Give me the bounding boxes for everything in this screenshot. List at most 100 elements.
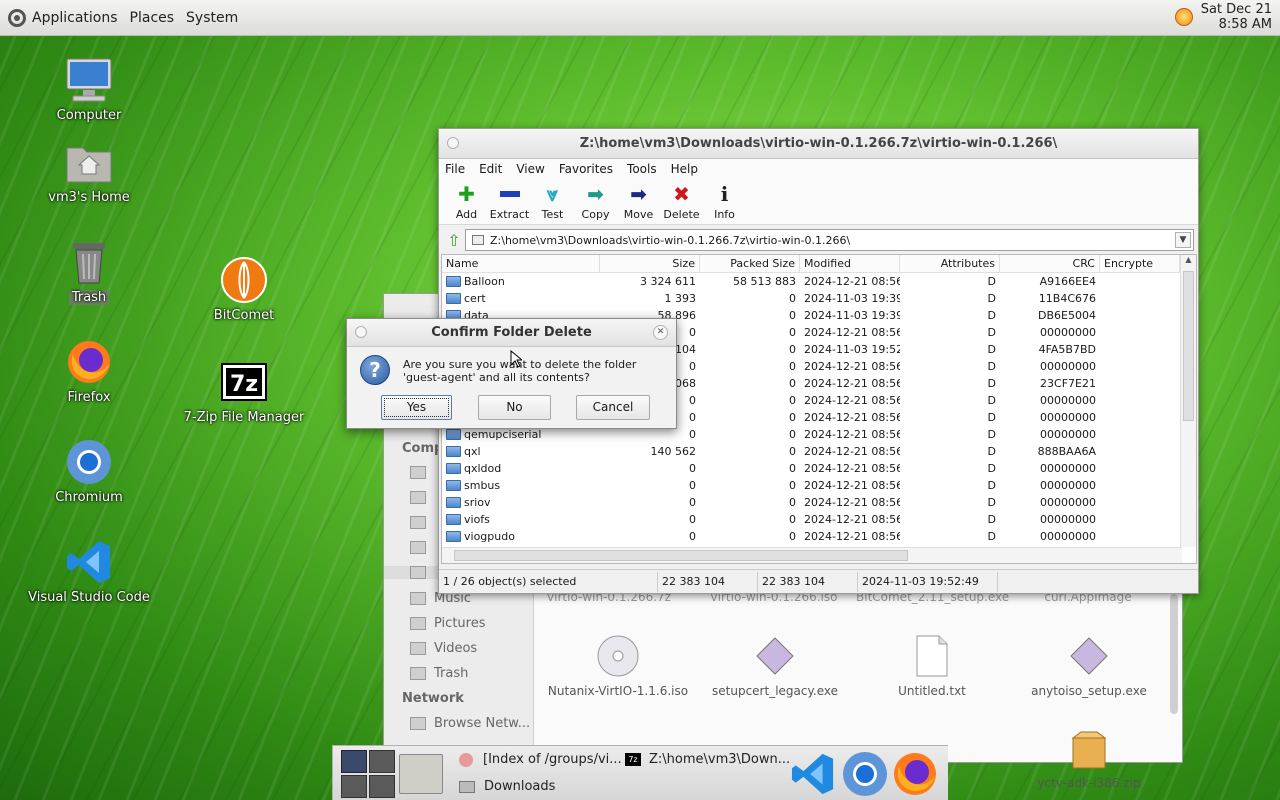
- up-folder-icon[interactable]: ⇧: [443, 231, 465, 250]
- menu-view[interactable]: View: [516, 162, 544, 176]
- desktop-label-chromium: Chromium: [55, 490, 123, 505]
- add-button[interactable]: ✚ Add: [445, 182, 488, 221]
- desktop-icon-home[interactable]: vm3's Home: [24, 138, 154, 205]
- sidebar-item-3[interactable]: [410, 516, 434, 529]
- column-encrypted[interactable]: Encrypte: [1100, 255, 1180, 272]
- file-item-nutanix-iso[interactable]: Nutanix-VirtIO-1.1.6.iso: [543, 634, 693, 698]
- table-row[interactable]: cert 1 393 0 2024-11-03 19:39 D 11B4C676: [442, 290, 1196, 307]
- sidebar-item-2[interactable]: [410, 491, 434, 504]
- workspace-1[interactable]: [341, 750, 367, 773]
- dialog-minimize-button[interactable]: [355, 326, 367, 338]
- hscroll-thumb[interactable]: [454, 550, 908, 561]
- desktop-icon-bitcomet[interactable]: BitComet: [179, 256, 309, 323]
- workspace-4[interactable]: [369, 775, 395, 798]
- trash-icon: [410, 667, 426, 680]
- folder-icon: [446, 429, 461, 440]
- table-row[interactable]: qxl 140 562 0 2024-12-21 08:56 D 888BAA6A: [442, 443, 1196, 460]
- desktop-icon-firefox[interactable]: Firefox: [24, 338, 154, 405]
- distro-logo-icon[interactable]: [8, 8, 26, 27]
- file-size-cell: 0: [600, 428, 700, 441]
- file-packed-cell: 0: [700, 445, 800, 458]
- sidebar-item-pictures[interactable]: Pictures: [410, 616, 485, 631]
- column-attributes[interactable]: Attributes: [900, 255, 1000, 272]
- desktop-icon-vscode[interactable]: Visual Studio Code: [24, 538, 154, 605]
- window-close-button[interactable]: [447, 137, 459, 149]
- workspace-3[interactable]: [341, 775, 367, 798]
- cancel-button[interactable]: Cancel: [576, 395, 650, 420]
- desktop-label-home: vm3's Home: [48, 190, 130, 205]
- table-row[interactable]: viofs 0 0 2024-12-21 08:56 D 00000000: [442, 511, 1196, 528]
- scroll-up-icon[interactable]: ▲: [1181, 255, 1196, 269]
- file-manager-scrollbar[interactable]: [1170, 594, 1178, 714]
- column-modified[interactable]: Modified: [800, 255, 900, 272]
- file-item-yctv-zip[interactable]: yctv-adk-i386.zip: [1014, 730, 1164, 790]
- column-size[interactable]: Size: [600, 255, 700, 272]
- vscode-dock-icon[interactable]: [791, 752, 835, 796]
- address-input[interactable]: Z:\home\vm3\Downloads\virtio-win-0.1.266…: [465, 229, 1194, 251]
- no-button[interactable]: No: [478, 395, 551, 420]
- menu-applications[interactable]: Applications: [32, 10, 118, 26]
- column-packed-size[interactable]: Packed Size: [700, 255, 800, 272]
- dialog-close-icon[interactable]: ✕: [653, 325, 668, 340]
- workspace-switcher[interactable]: [341, 750, 395, 798]
- chevron-down-icon[interactable]: ▼: [1175, 232, 1191, 248]
- file-item-setupcert[interactable]: setupcert_legacy.exe: [700, 634, 850, 698]
- file-manager-launcher-icon[interactable]: [399, 754, 443, 794]
- table-row[interactable]: viogpudo 0 0 2024-12-21 08:56 D 00000000: [442, 528, 1196, 545]
- file-list-vscrollbar[interactable]: ▲: [1180, 255, 1196, 547]
- info-button[interactable]: i Info: [703, 182, 746, 221]
- sidebar-item-4[interactable]: [410, 541, 434, 554]
- network-icon: [410, 717, 426, 730]
- task-7zip[interactable]: 7z Z:\home\vm3\Down...: [625, 752, 790, 767]
- top-panel: Applications Places System Sat Dec 21 8:…: [0, 0, 1280, 36]
- table-row[interactable]: sriov 0 0 2024-12-21 08:56 D 00000000: [442, 494, 1196, 511]
- task-index-of-groups[interactable]: [Index of /groups/vi...: [459, 752, 622, 767]
- menu-edit[interactable]: Edit: [479, 162, 502, 176]
- desktop-icon-trash[interactable]: Trash: [24, 238, 154, 305]
- table-row[interactable]: qxldod 0 0 2024-12-21 08:56 D 00000000: [442, 460, 1196, 477]
- test-icon: ⩔: [546, 182, 559, 206]
- 7zip-titlebar[interactable]: Z:\home\vm3\Downloads\virtio-win-0.1.266…: [439, 129, 1198, 159]
- dialog-titlebar[interactable]: Confirm Folder Delete ✕: [347, 319, 676, 347]
- file-item-anytoiso[interactable]: anytoiso_setup.exe: [1014, 634, 1164, 698]
- column-crc[interactable]: CRC: [1000, 255, 1100, 272]
- yes-button[interactable]: Yes: [381, 395, 452, 420]
- chromium-dock-icon[interactable]: [841, 750, 889, 798]
- desktop-icon-computer[interactable]: Computer: [24, 56, 154, 123]
- file-modified-cell: 2024-11-03 19:52: [800, 343, 900, 356]
- delete-button[interactable]: ✖ Delete: [660, 182, 703, 221]
- test-button[interactable]: ⩔ Test: [531, 182, 574, 221]
- task-downloads[interactable]: Downloads: [459, 779, 555, 794]
- file-item-untitled-txt[interactable]: Untitled.txt: [857, 634, 1007, 698]
- file-size-cell-text: 0: [689, 326, 696, 339]
- move-button[interactable]: ➡ Move: [617, 182, 660, 221]
- menu-places[interactable]: Places: [130, 10, 175, 26]
- desktop-icon-chromium[interactable]: Chromium: [24, 438, 154, 505]
- file-modified-cell-text: 2024-12-21 08:56: [804, 394, 900, 407]
- menu-system[interactable]: System: [186, 10, 238, 26]
- pictures-folder-icon: [410, 617, 426, 630]
- menu-favorites[interactable]: Favorites: [559, 162, 613, 176]
- extract-button[interactable]: Extract: [488, 183, 531, 221]
- file-modified-cell-text: 2024-12-21 08:56: [804, 377, 900, 390]
- firefox-dock-icon[interactable]: [891, 750, 939, 798]
- copy-button[interactable]: ➡ Copy: [574, 182, 617, 221]
- file-list-hscrollbar[interactable]: [442, 547, 1182, 563]
- menu-help[interactable]: Help: [671, 162, 698, 176]
- table-row[interactable]: Balloon 3 324 611 58 513 883 2024-12-21 08:…: [442, 273, 1196, 290]
- sidebar-label-videos: Videos: [434, 641, 478, 656]
- menu-tools[interactable]: Tools: [627, 162, 657, 176]
- clock[interactable]: Sat Dec 21 8:58 AM: [1201, 2, 1272, 32]
- sidebar-item-videos[interactable]: Videos: [410, 641, 477, 656]
- sidebar-item-1[interactable]: [410, 466, 434, 479]
- vscroll-thumb[interactable]: [1183, 271, 1194, 421]
- info-icon: i: [720, 182, 729, 206]
- workspace-2[interactable]: [369, 750, 395, 773]
- menu-file[interactable]: File: [445, 162, 465, 176]
- column-name[interactable]: Name: [442, 255, 600, 272]
- sidebar-item-trash[interactable]: Trash: [410, 666, 468, 681]
- sidebar-item-browse-network[interactable]: Browse Netw...: [410, 716, 530, 731]
- desktop-icon-7zip[interactable]: 7z 7-Zip File Manager: [179, 358, 309, 425]
- tray-notification-icon[interactable]: [1174, 8, 1193, 26]
- table-row[interactable]: smbus 0 0 2024-12-21 08:56 D 00000000: [442, 477, 1196, 494]
